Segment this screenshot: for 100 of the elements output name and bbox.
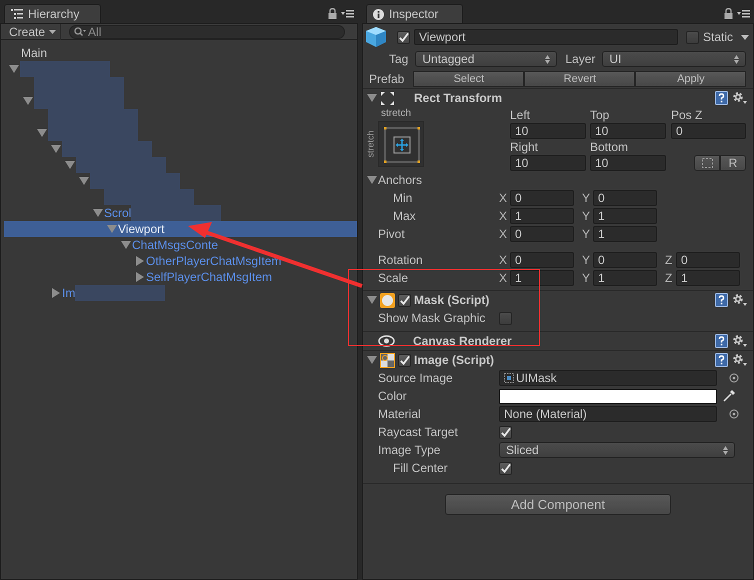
input-field[interactable]: 10 bbox=[590, 154, 666, 170]
prefab-button[interactable]: Revert bbox=[524, 71, 636, 87]
input-field[interactable]: 10 bbox=[510, 154, 586, 170]
name-field[interactable]: Viewport bbox=[414, 29, 678, 45]
eyedropper-icon[interactable] bbox=[723, 390, 735, 402]
raw-edit-button[interactable]: R bbox=[720, 154, 746, 170]
static-label: Static bbox=[703, 30, 734, 44]
search-field[interactable]: All bbox=[69, 24, 346, 38]
expand-arrow[interactable] bbox=[120, 241, 130, 249]
property-label: Image Type bbox=[377, 443, 442, 457]
property-label: Pivot bbox=[378, 227, 405, 241]
component-title: Canvas Renderer bbox=[413, 334, 512, 348]
input-field[interactable]: 1 bbox=[593, 208, 657, 224]
menu-icon[interactable] bbox=[737, 9, 750, 18]
axis-label: Y bbox=[582, 209, 592, 223]
axis-label: Y bbox=[582, 253, 592, 267]
expand-arrow[interactable] bbox=[52, 288, 60, 298]
inspector-tab[interactable]: Inspector bbox=[366, 4, 463, 23]
help-icon[interactable] bbox=[715, 293, 728, 307]
component-title: Image (Script) bbox=[414, 353, 494, 367]
eye-icon bbox=[378, 335, 395, 347]
updown-arrows-icon bbox=[734, 54, 740, 64]
updown-arrows-icon bbox=[723, 446, 728, 454]
enable-checkbox[interactable] bbox=[398, 294, 411, 306]
input-field[interactable]: 10 bbox=[510, 122, 586, 138]
expand-arrow[interactable] bbox=[106, 225, 116, 233]
property-label: Max bbox=[393, 209, 416, 223]
layer-label: Layer bbox=[565, 52, 596, 66]
object-picker-icon[interactable] bbox=[729, 409, 739, 419]
property-label: Rotation bbox=[378, 253, 423, 267]
tree-item[interactable]: OtherPlayerChatMsgItem bbox=[4, 253, 357, 269]
gear-icon[interactable] bbox=[732, 334, 747, 348]
help-icon[interactable] bbox=[715, 91, 728, 105]
gear-icon[interactable] bbox=[732, 293, 747, 307]
input-field[interactable]: 1 bbox=[510, 208, 574, 224]
add-component-button[interactable]: Add Component bbox=[445, 494, 671, 515]
cube-icon bbox=[365, 26, 387, 48]
dropdown[interactable]: Sliced bbox=[499, 442, 735, 458]
input-field[interactable]: 10 bbox=[590, 122, 666, 138]
axis-label: X bbox=[499, 253, 508, 267]
active-checkbox[interactable] bbox=[397, 30, 410, 44]
object-field[interactable]: UIMask bbox=[499, 370, 717, 386]
object-field[interactable]: None (Material) bbox=[499, 406, 717, 422]
tree-item[interactable]: Viewport bbox=[4, 221, 357, 237]
color-field[interactable] bbox=[499, 388, 717, 404]
lock-icon[interactable] bbox=[724, 8, 733, 19]
input-field[interactable]: 1 bbox=[593, 226, 657, 242]
static-checkbox[interactable] bbox=[686, 30, 699, 44]
component-title: Rect Transform bbox=[414, 91, 502, 105]
input-field[interactable]: 1 bbox=[593, 270, 657, 286]
expand-arrow[interactable] bbox=[366, 176, 376, 184]
updown-arrows-icon bbox=[545, 54, 550, 64]
caret-icon[interactable] bbox=[741, 34, 750, 40]
gear-icon[interactable] bbox=[732, 353, 747, 367]
prefab-button[interactable]: Apply bbox=[635, 71, 746, 87]
axis-label: Y bbox=[582, 191, 592, 205]
axis-label: X bbox=[499, 191, 508, 205]
menu-icon[interactable] bbox=[341, 9, 354, 18]
object-picker-icon[interactable] bbox=[729, 373, 739, 383]
help-icon[interactable] bbox=[715, 353, 728, 367]
input-field[interactable]: 0 bbox=[593, 252, 657, 268]
axis-label: X bbox=[499, 209, 508, 223]
input-field[interactable]: 1 bbox=[510, 270, 574, 286]
expand-arrow[interactable] bbox=[136, 256, 144, 266]
create-dropdown[interactable]: Create bbox=[5, 24, 62, 40]
caret-icon bbox=[49, 30, 56, 34]
tree-item[interactable]: Main bbox=[4, 45, 357, 61]
gear-icon[interactable] bbox=[732, 91, 747, 105]
component-title: Mask (Script) bbox=[414, 293, 490, 307]
tag-dropdown[interactable]: Untagged bbox=[415, 51, 558, 67]
input-field[interactable]: 0 bbox=[671, 122, 746, 138]
input-field[interactable]: 0 bbox=[510, 226, 574, 242]
input-field[interactable]: 0 bbox=[510, 190, 574, 206]
corner-arrows-icon bbox=[380, 90, 395, 106]
input-field[interactable]: 1 bbox=[676, 270, 740, 286]
tag-label: Tag bbox=[389, 52, 408, 66]
property-label: Show Mask Graphic bbox=[377, 311, 486, 325]
input-field[interactable]: 0 bbox=[593, 190, 657, 206]
checkbox[interactable] bbox=[499, 426, 512, 438]
help-icon[interactable] bbox=[715, 334, 728, 348]
tree-item[interactable]: Im bbox=[4, 285, 357, 301]
layer-dropdown[interactable]: UI bbox=[602, 51, 746, 67]
checkbox[interactable] bbox=[499, 462, 512, 474]
enable-checkbox[interactable] bbox=[398, 354, 411, 366]
blueprint-button[interactable] bbox=[694, 154, 720, 170]
mask-icon bbox=[380, 292, 395, 308]
input-field[interactable]: 0 bbox=[676, 252, 740, 268]
property-label: Material bbox=[377, 407, 422, 421]
checkbox[interactable] bbox=[499, 312, 512, 324]
axis-label: Y bbox=[582, 271, 592, 285]
field-label: Bottom bbox=[590, 140, 630, 154]
tree-item[interactable]: ChatMsgsConte bbox=[4, 237, 357, 253]
anchor-preset-button[interactable] bbox=[378, 121, 424, 167]
tab-label: Hierarchy bbox=[28, 7, 80, 21]
axis-label: Y bbox=[582, 227, 592, 241]
prefab-button[interactable]: Select bbox=[413, 71, 524, 87]
hierarchy-tab[interactable]: Hierarchy bbox=[4, 4, 101, 23]
lock-icon[interactable] bbox=[328, 8, 337, 19]
input-field[interactable]: 0 bbox=[510, 252, 574, 268]
axis-label: X bbox=[499, 227, 508, 241]
